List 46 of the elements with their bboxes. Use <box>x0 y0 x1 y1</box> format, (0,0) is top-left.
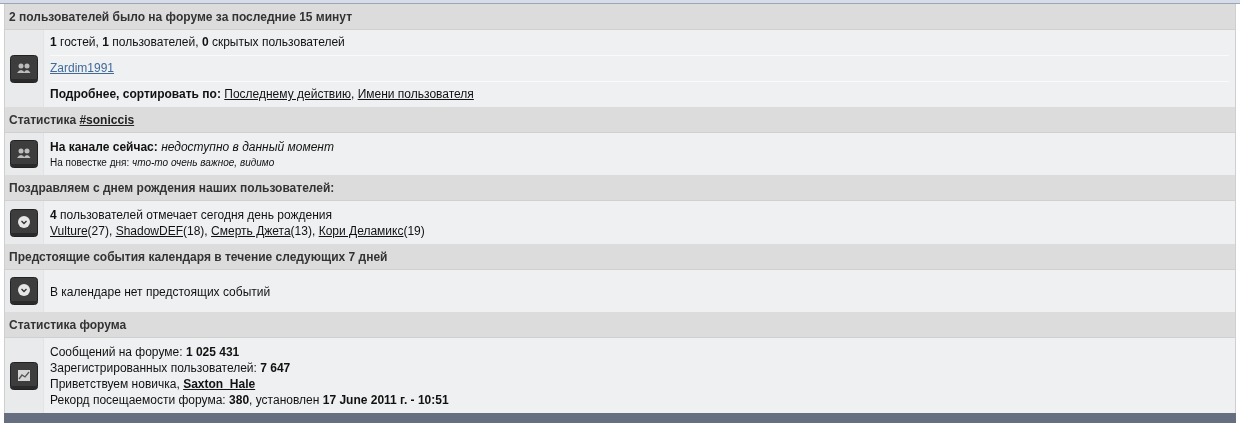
link[interactable]: ShadowDEF <box>115 224 183 238</box>
link[interactable]: Смерть Джета <box>211 224 291 238</box>
label-text: пользователей отмечает сегодня день рождения <box>60 208 332 222</box>
age-text: (19) <box>403 224 425 238</box>
username-link[interactable]: Zardim1991 <box>50 61 115 75</box>
status-text: недоступно в данный момент <box>161 140 334 154</box>
age-text: (18), <box>183 224 208 238</box>
link[interactable]: Кори Деламикс <box>318 224 404 238</box>
value-text: 1 025 431 <box>185 345 240 359</box>
section-title: Статистика форума <box>9 317 127 332</box>
label-text: Сообщений на форуме: <box>50 345 183 359</box>
section-title: Статистика <box>9 112 77 127</box>
users-icon <box>10 54 38 83</box>
label-text: скрытых пользователей <box>211 35 345 49</box>
clock-icon <box>10 277 38 305</box>
value-text: 1 <box>102 35 109 49</box>
label-text: гостей, <box>60 35 99 49</box>
label-text: , <box>350 87 355 101</box>
value-text: 0 <box>201 35 209 49</box>
label-text: На повестке дня: <box>50 157 130 168</box>
username-link[interactable]: Saxton_Hale <box>183 377 256 391</box>
link[interactable]: Имени пользователя <box>357 87 474 101</box>
section-title: Предстоящие события календаря в течение следующих 7 дней <box>9 249 388 264</box>
clock-icon <box>10 208 38 237</box>
label-text: В календаре нет предстоящих событий <box>50 284 271 299</box>
status-text: что-то очень важное, видимо <box>132 157 275 168</box>
value-text: Подробнее, сортировать по: <box>50 87 221 101</box>
section-title: 2 пользователей было на форуме за последние 15 минут <box>9 9 353 24</box>
value-text: 1 <box>50 35 57 49</box>
value-text: 4 <box>50 208 57 222</box>
link[interactable]: Последнему действию <box>224 87 351 101</box>
link[interactable]: Vulture <box>50 224 88 238</box>
value-text: На канале сейчас: <box>50 140 158 154</box>
channel-link[interactable]: #soniccis <box>79 112 135 127</box>
value-text: 17 June 2011 г. - 10:51 <box>322 393 449 407</box>
chart-icon <box>10 361 38 390</box>
age-text: (27), <box>87 224 113 238</box>
section-title: Поздравляем с днем рождения наших пользователей: <box>9 180 335 195</box>
users-icon <box>10 140 38 168</box>
label-text: Зарегистрированных пользователей: <box>50 361 257 375</box>
label-text: , установлен <box>249 393 320 407</box>
label-text: Рекорд посещаемости форума: <box>50 393 226 407</box>
label-text: Приветствуем новичка, <box>50 377 180 391</box>
label-text: пользователей, <box>112 35 199 49</box>
age-text: (13), <box>290 224 316 238</box>
value-text: 7 647 <box>260 361 291 375</box>
